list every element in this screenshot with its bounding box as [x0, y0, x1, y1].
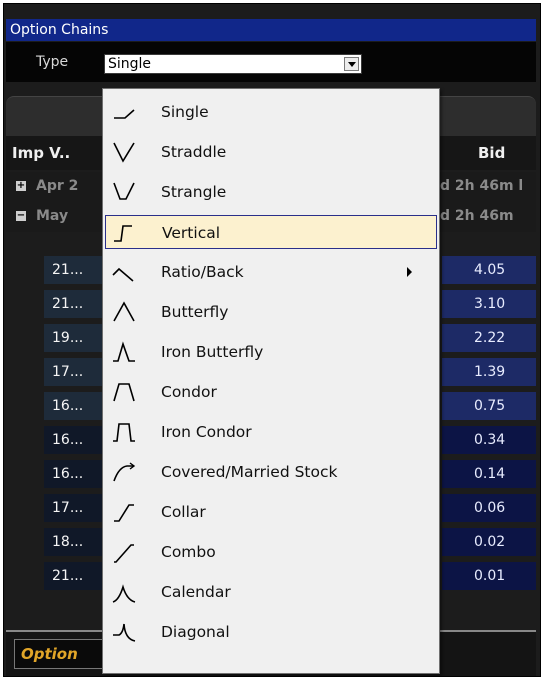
submenu-arrow-icon	[407, 267, 412, 277]
header-bid[interactable]: Bid	[478, 144, 505, 162]
imp-vol-cell: 19...	[44, 324, 106, 352]
bid-cell[interactable]: 1.39	[442, 358, 536, 386]
straddle-icon	[111, 139, 137, 165]
header-imp-vol[interactable]: Imp V..	[12, 144, 70, 162]
type-row: Type Single	[6, 42, 536, 82]
dropdown-item-label: Iron Butterfly	[161, 343, 264, 361]
imp-vol-cell: 16...	[44, 426, 106, 454]
dropdown-item-label: Straddle	[161, 143, 227, 161]
dropdown-item-label: Collar	[161, 503, 206, 521]
covered-married-stock-icon	[111, 459, 137, 485]
bid-cell[interactable]: 0.34	[442, 426, 536, 454]
type-label: Type	[36, 54, 69, 70]
dropdown-item-straddle[interactable]: Straddle	[105, 135, 437, 169]
dropdown-item-covered-married-stock[interactable]: Covered/Married Stock	[105, 455, 437, 489]
dropdown-item-iron-butterfly[interactable]: Iron Butterfly	[105, 335, 437, 369]
bid-cell[interactable]: 0.01	[442, 562, 536, 590]
dropdown-item-label: Covered/Married Stock	[161, 463, 338, 481]
dropdown-item-label: Strangle	[161, 183, 227, 201]
imp-vol-cell: 21...	[44, 290, 106, 318]
vertical-icon	[112, 220, 138, 246]
bid-cell[interactable]: 3.10	[442, 290, 536, 318]
bid-cell[interactable]: 2.22	[442, 324, 536, 352]
dropdown-item-label: Calendar	[161, 583, 231, 601]
dropdown-item-label: Iron Condor	[161, 423, 252, 441]
expand-plus-icon[interactable]: +	[16, 181, 26, 191]
butterfly-icon	[111, 299, 137, 325]
dropdown-item-butterfly[interactable]: Butterfly	[105, 295, 437, 329]
option-tab[interactable]: Option	[14, 639, 104, 669]
type-select[interactable]: Single	[104, 54, 362, 74]
dropdown-item-label: Butterfly	[161, 303, 229, 321]
dropdown-item-combo[interactable]: Combo	[105, 535, 437, 569]
dropdown-item-diagonal[interactable]: Diagonal	[105, 615, 437, 649]
chevron-down-icon[interactable]	[344, 57, 359, 71]
combo-icon	[111, 539, 137, 565]
type-dropdown-list[interactable]: Single Straddle Strangle Vertical Ratio/…	[102, 88, 440, 674]
iron-butterfly-icon	[111, 339, 137, 365]
dropdown-item-label: Vertical	[162, 224, 221, 242]
condor-icon	[111, 379, 137, 405]
imp-vol-cell: 17...	[44, 494, 106, 522]
dropdown-item-condor[interactable]: Condor	[105, 375, 437, 409]
imp-vol-cell: 17...	[44, 358, 106, 386]
imp-vol-cell: 21...	[44, 562, 106, 590]
dropdown-item-label: Diagonal	[161, 623, 230, 641]
single-icon	[111, 99, 137, 125]
dropdown-item-label: Condor	[161, 383, 217, 401]
type-select-value: Single	[108, 56, 152, 72]
dropdown-item-vertical[interactable]: Vertical	[105, 215, 437, 249]
strangle-icon	[111, 179, 137, 205]
dropdown-item-single[interactable]: Single	[105, 95, 437, 129]
expiry-group-label: May	[36, 208, 69, 224]
dropdown-item-collar[interactable]: Collar	[105, 495, 437, 529]
dropdown-item-label: Single	[161, 103, 209, 121]
bid-cell[interactable]: 0.02	[442, 528, 536, 556]
collapse-minus-icon[interactable]: −	[16, 211, 26, 221]
window-title: Option Chains	[6, 19, 536, 41]
bid-cell[interactable]: 0.06	[442, 494, 536, 522]
imp-vol-cell: 21...	[44, 256, 106, 284]
diagonal-icon	[111, 619, 137, 645]
dropdown-item-label: Ratio/Back	[161, 263, 244, 281]
dropdown-item-calendar[interactable]: Calendar	[105, 575, 437, 609]
dropdown-item-label: Combo	[161, 543, 216, 561]
dropdown-item-ratio-back[interactable]: Ratio/Back	[105, 255, 437, 289]
dropdown-item-strangle[interactable]: Strangle	[105, 175, 437, 209]
dropdown-item-iron-condor[interactable]: Iron Condor	[105, 415, 437, 449]
ratio-back-icon	[111, 259, 137, 285]
collar-icon	[111, 499, 137, 525]
iron-condor-icon	[111, 419, 137, 445]
imp-vol-cell: 16...	[44, 460, 106, 488]
bid-cell[interactable]: 4.05	[442, 256, 536, 284]
imp-vol-cell: 18...	[44, 528, 106, 556]
bid-cell[interactable]: 0.14	[442, 460, 536, 488]
bid-cell[interactable]: 0.75	[442, 392, 536, 420]
calendar-spread-icon	[111, 579, 137, 605]
expiry-time-remaining: d 2h 46m	[440, 208, 514, 224]
imp-vol-cell: 16...	[44, 392, 106, 420]
expiry-time-remaining: d 2h 46m l	[440, 178, 524, 194]
expiry-group-label: Apr 2	[36, 178, 79, 194]
